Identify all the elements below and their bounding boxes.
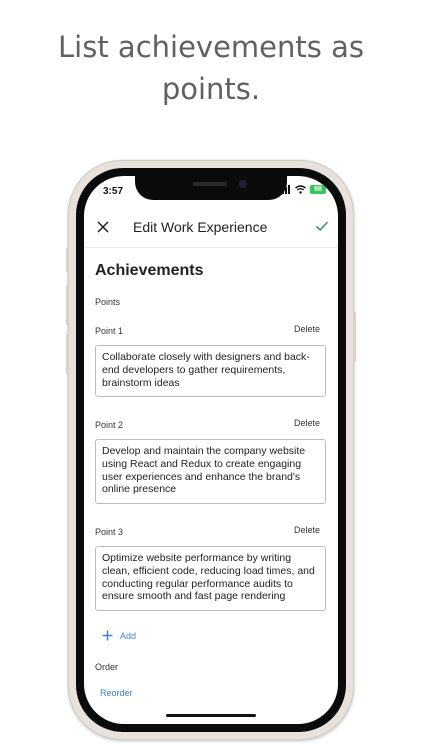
- plus-icon: [102, 630, 113, 641]
- battery-icon: 98: [310, 185, 326, 194]
- point-2-label: Point 2: [95, 420, 124, 430]
- section-title: Achievements: [95, 262, 204, 279]
- status-icons: 98: [279, 185, 326, 194]
- reorder-button[interactable]: Reorder: [100, 688, 133, 698]
- phone-side-button: [66, 334, 69, 374]
- close-icon[interactable]: [96, 220, 110, 234]
- order-label: Order: [95, 662, 119, 672]
- point-3-label: Point 3: [95, 527, 124, 537]
- point-1-delete-button[interactable]: Delete: [294, 324, 320, 334]
- point-2-input[interactable]: Develop and maintain the company website…: [95, 439, 326, 504]
- promo-headline: List achievements as points.: [0, 26, 422, 110]
- phone-side-button: [353, 312, 356, 362]
- promo-line-1: List achievements as: [58, 30, 364, 64]
- point-2-delete-button[interactable]: Delete: [294, 418, 320, 428]
- add-label: Add: [120, 630, 137, 641]
- camera-icon: [239, 180, 247, 188]
- app-bar: Edit Work Experience: [84, 209, 338, 248]
- home-indicator[interactable]: [166, 714, 256, 717]
- add-point-button[interactable]: Add: [102, 630, 136, 641]
- status-time: 3:57: [103, 186, 124, 197]
- phone-notch: [135, 176, 287, 200]
- point-3-delete-button[interactable]: Delete: [294, 525, 320, 535]
- signal-icon: [279, 185, 290, 194]
- wifi-icon: [295, 185, 306, 194]
- promo-line-2: points.: [161, 72, 261, 106]
- points-label: Points: [95, 297, 121, 307]
- phone-side-button: [66, 248, 69, 272]
- speaker-grille: [193, 182, 227, 186]
- point-1-input[interactable]: Collaborate closely with designers and b…: [95, 345, 326, 397]
- check-icon[interactable]: [315, 219, 329, 233]
- point-3-input[interactable]: Optimize website performance by writing …: [95, 546, 326, 611]
- phone-screen: 3:57 98 Edit Work Experience Achievement…: [84, 176, 338, 724]
- phone-side-button: [66, 285, 69, 325]
- page-title: Edit Work Experience: [133, 219, 268, 235]
- point-1-label: Point 1: [95, 326, 124, 336]
